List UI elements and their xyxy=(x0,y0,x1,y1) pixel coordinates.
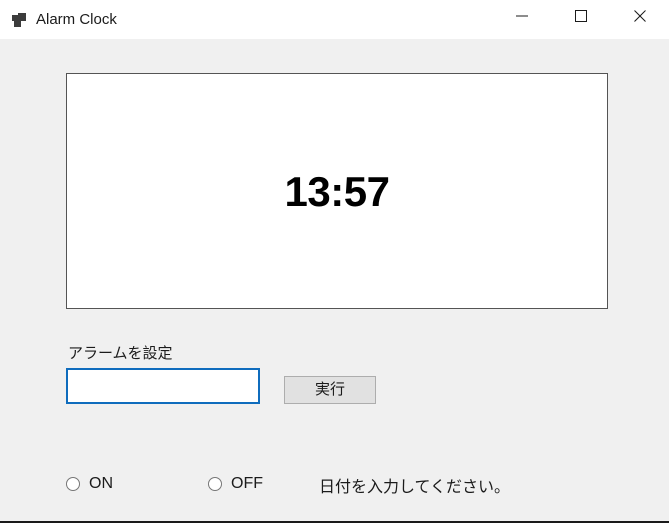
maximize-icon xyxy=(575,9,587,22)
clock-display-panel: 13:57 xyxy=(66,73,608,309)
window-title: Alarm Clock xyxy=(36,11,117,28)
window-titlebar[interactable]: Alarm Clock xyxy=(0,0,669,39)
radio-circle-icon xyxy=(66,477,80,491)
status-message: 日付を入力してください。 xyxy=(319,479,511,496)
execute-button[interactable]: 実行 xyxy=(284,376,376,404)
radio-option-off[interactable]: OFF xyxy=(208,475,263,493)
radio-circle-icon xyxy=(208,477,222,491)
minimize-button[interactable] xyxy=(499,0,545,31)
maximize-button[interactable] xyxy=(558,0,604,31)
radio-label-off: OFF xyxy=(231,475,263,492)
radio-option-on[interactable]: ON xyxy=(66,475,113,493)
clock-time-text: 13:57 xyxy=(284,168,390,215)
alarm-set-label: アラームを設定 xyxy=(68,345,173,362)
radio-label-on: ON xyxy=(89,475,113,492)
close-button[interactable] xyxy=(617,0,663,31)
client-area: 13:57 アラームを設定 実行 ON OFF 日付を入力してください。 xyxy=(0,39,669,521)
close-icon xyxy=(634,9,646,22)
app-icon xyxy=(12,13,28,27)
alarm-input[interactable] xyxy=(66,368,260,404)
alarm-clock-window: Alarm Clock 13:57 アラームを設定 実行 ON OFF 日付を入… xyxy=(0,0,669,523)
minimize-icon xyxy=(516,15,528,16)
